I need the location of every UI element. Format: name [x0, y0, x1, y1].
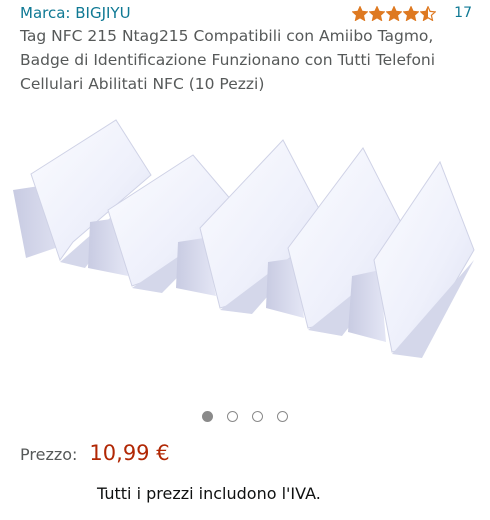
carousel-dot[interactable]: [227, 411, 238, 422]
price-value: 10,99 €: [89, 441, 170, 465]
rating-summary[interactable]: 17: [352, 5, 472, 21]
carousel-dot[interactable]: [252, 411, 263, 422]
star-full-icon: [403, 5, 420, 21]
carousel-dot[interactable]: [277, 411, 288, 422]
price-row: Prezzo: 10,99 €: [20, 441, 170, 465]
star-rating[interactable]: [352, 5, 437, 21]
review-count[interactable]: 17: [454, 5, 472, 21]
price-label: Prezzo:: [20, 445, 78, 464]
star-full-icon: [352, 5, 369, 21]
product-page: Marca: BIGJIYU 17 Tag NFC 215 Ntag215 Co…: [0, 0, 490, 520]
vat-note: Tutti i prezzi includono l'IVA.: [97, 484, 321, 503]
star-half-icon: [420, 5, 437, 21]
product-title: Tag NFC 215 Ntag215 Compatibili con Amii…: [20, 27, 436, 93]
carousel-dot[interactable]: [202, 411, 213, 422]
product-image[interactable]: [8, 100, 478, 400]
star-full-icon: [386, 5, 403, 21]
star-full-icon: [369, 5, 386, 21]
brand-rating-row: Marca: BIGJIYU 17: [20, 2, 472, 24]
brand-link[interactable]: Marca: BIGJIYU: [20, 4, 131, 22]
image-carousel-indicator: [0, 411, 490, 422]
